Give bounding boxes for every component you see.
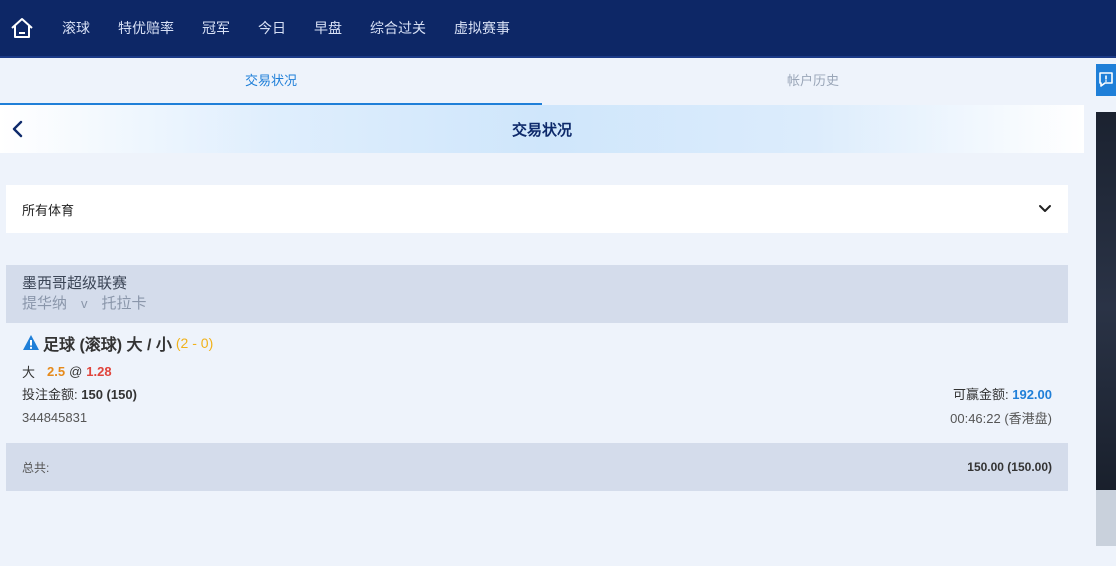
home-team: 提华纳 [22, 295, 68, 312]
side-panel-footer [1096, 490, 1116, 546]
total-bar: 总共: 150.00 (150.00) [6, 443, 1068, 491]
tab-transaction-status[interactable]: 交易状况 [0, 58, 542, 105]
ticket-id: 344845831 [22, 409, 88, 425]
bet-market: 足球 (滚球) 大 / 小 (2 - 0) [22, 331, 1052, 355]
live-score: (2 - 0) [175, 335, 214, 351]
league-name: 墨西哥超级联赛 [22, 275, 128, 292]
match-teams: 提华纳 v 托拉卡 [22, 293, 1052, 315]
tab-bar: 交易状况 帐户历史 [0, 58, 1084, 105]
versus-label: v [81, 296, 88, 311]
chevron-left-icon [12, 120, 23, 138]
sport-filter-dropdown[interactable]: 所有体育 [6, 185, 1068, 233]
bet-details: 足球 (滚球) 大 / 小 (2 - 0) 大 2.5 @ 1.28 投注金额:… [6, 323, 1068, 443]
chevron-down-icon [1039, 205, 1051, 212]
nav-today[interactable]: 今日 [258, 18, 286, 38]
tab-account-history[interactable]: 帐户历史 [542, 58, 1084, 105]
home-icon [11, 18, 33, 38]
total-label: 总共: [22, 460, 50, 475]
nav-live[interactable]: 滚球 [62, 18, 90, 38]
back-button[interactable] [6, 117, 28, 141]
handicap-line: 2.5 [47, 363, 66, 379]
chat-button[interactable] [1096, 64, 1116, 96]
away-team: 托拉卡 [101, 295, 147, 312]
nav-special-odds[interactable]: 特优赔率 [118, 18, 174, 38]
bet-time: 00:46:22 (香港盘) [950, 410, 1052, 426]
chat-icon [1099, 72, 1113, 87]
nav-parlay[interactable]: 综合过关 [370, 18, 426, 38]
page-header: 交易状况 [0, 105, 1084, 153]
stake-row: 投注金额: 150 (150) 可赢金额: 192.00 [22, 381, 1052, 405]
selection-line: 大 2.5 @ 1.28 [22, 361, 1052, 381]
warning-icon [23, 335, 39, 350]
win-value: 192.00 [1012, 386, 1052, 402]
total-value: 150.00 (150.00) [967, 460, 1052, 474]
home-button[interactable] [0, 0, 44, 57]
stake-label: 投注金额: [22, 386, 78, 402]
ticket-row: 344845831 00:46:22 (香港盘) [22, 405, 1052, 429]
stake-info: 投注金额: 150 (150) [22, 384, 137, 403]
sport-filter-value: 所有体育 [22, 202, 75, 218]
side-panel-edge [1096, 112, 1116, 546]
at-symbol: @ [69, 363, 83, 379]
stake-value: 150 (150) [81, 386, 137, 402]
odds-value: 1.28 [86, 363, 112, 379]
market-name: 足球 (滚球) 大 / 小 [43, 337, 172, 354]
top-nav: 滚球 特优赔率 冠军 今日 早盘 综合过关 虚拟赛事 [0, 0, 1116, 58]
page-title: 交易状况 [511, 121, 572, 139]
nav-early[interactable]: 早盘 [314, 18, 342, 38]
nav-outright[interactable]: 冠军 [202, 18, 230, 38]
win-info: 可赢金额: 192.00 [953, 384, 1052, 403]
selection-name: 大 [22, 364, 36, 380]
league-header: 墨西哥超级联赛 提华纳 v 托拉卡 [6, 265, 1068, 323]
win-label: 可赢金额: [952, 386, 1009, 402]
nav-virtual[interactable]: 虚拟赛事 [454, 18, 510, 38]
